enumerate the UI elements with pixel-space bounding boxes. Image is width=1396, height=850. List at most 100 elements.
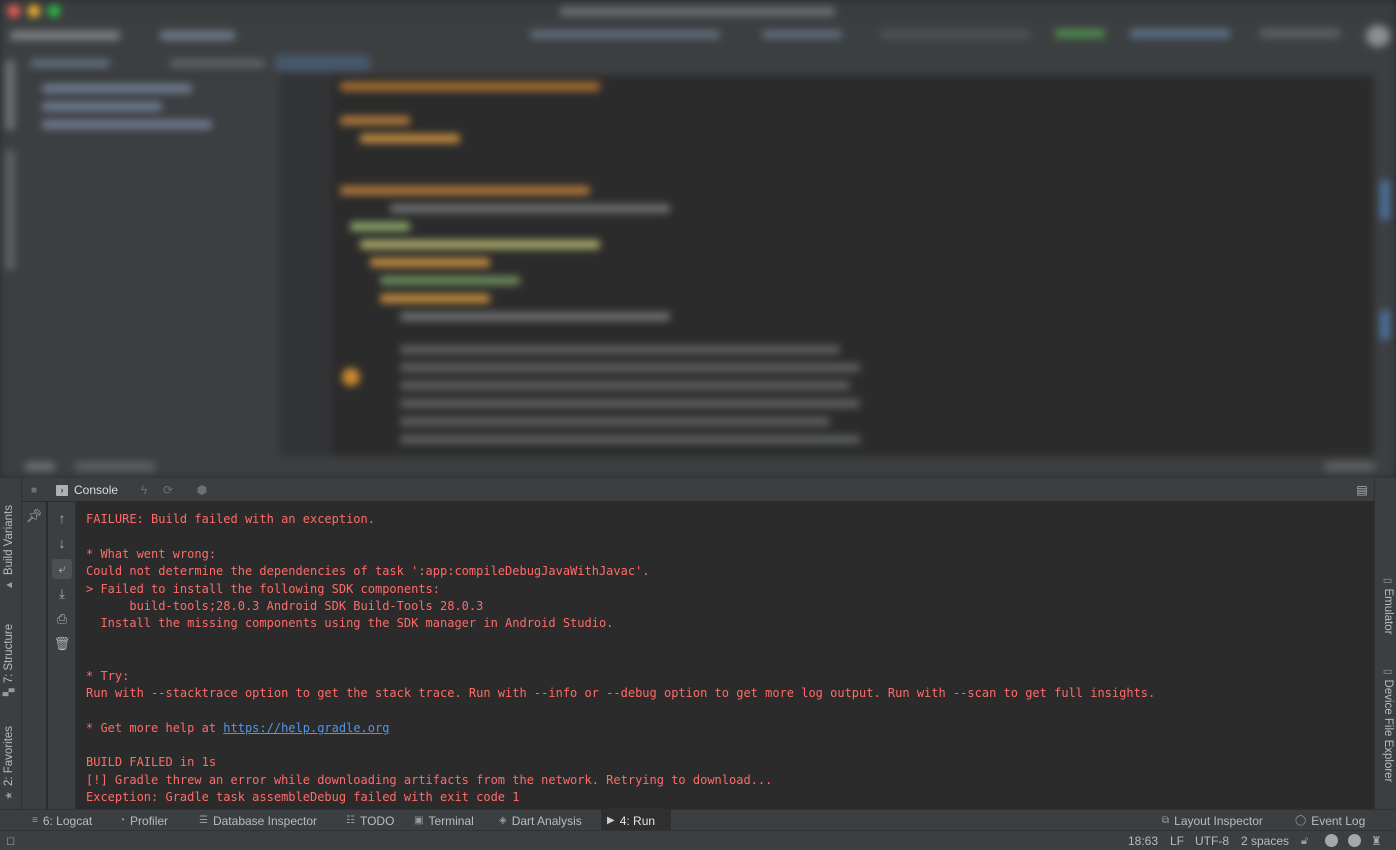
run-label: 4: Run [619,813,656,828]
terminal-label: Terminal [428,813,474,828]
layout-options-icon[interactable]: ▤ [1352,480,1372,500]
structure-icon: ▚ [3,688,15,696]
lock-icon[interactable]: 🔓︎ [1301,833,1308,849]
down-arrow-icon[interactable]: ↓ [52,533,72,553]
console-line-text: > Failed to install the following SDK co… [86,581,441,596]
play-icon: ▶ [607,815,615,826]
console-line-text: * Try: [86,668,130,683]
console-line: FAILURE: Build failed with an exception. [86,511,1374,528]
soft-wrap-icon[interactable]: ⤶ [52,559,72,579]
devtools-icon[interactable]: ⬢ [192,480,212,500]
logcat-label: 6: Logcat [42,813,93,828]
run-pin-column: 📌︎ [22,502,46,809]
indent-setting[interactable]: 2 spaces [1241,833,1289,849]
inspector-hat-icon[interactable]: ♜ [1371,833,1382,849]
emulator-tab[interactable]: ▯ Emulator [1382,578,1394,635]
device-icon: ▯ [1382,578,1394,584]
build-variants-tab[interactable]: ▲ Build Variants [3,505,15,590]
android-studio-window: ▲ Build Variants ▚ 7: Structure ★ 2: Fav… [0,0,1396,850]
layout-inspector-tab[interactable]: ⧉ Layout Inspector [1156,810,1269,831]
event-log-icon: ◯ [1295,815,1307,826]
title-bar [0,0,1396,22]
terminal-tab[interactable]: ▣ Terminal [408,810,480,831]
todo-label: TODO [359,813,395,828]
pin-icon[interactable]: 📌︎ [24,506,44,526]
console-line-text: Run with --stacktrace option to get the … [86,685,1156,700]
toggle-tool-windows-icon[interactable]: ◻ [6,833,15,849]
console-output[interactable]: FAILURE: Build failed with an exception.… [77,502,1374,809]
layout-inspector-label: Layout Inspector [1174,813,1263,828]
console-line: [!] Gradle threw an error while download… [86,772,1374,789]
console-line: * What went wrong: [86,546,1374,563]
stop-icon[interactable]: ■ [24,480,44,500]
run-window-header [0,456,1396,478]
editor-gutter [280,76,332,456]
print-icon[interactable]: ⎙ [52,609,72,629]
hot-reload-icon[interactable]: ϟ [134,480,154,500]
console-line: build-tools;28.0.3 Android SDK Build-Too… [86,598,1374,615]
help-link[interactable]: https://help.gradle.org [223,721,389,735]
bottom-tool-bar: ≡ 6: Logcat ◔ Profiler ☰ Database Inspec… [0,809,1396,831]
logcat-tab[interactable]: ≡ 6: Logcat [26,810,98,831]
minimize-window-icon[interactable] [28,5,40,17]
console-line-text: Exception: Gradle task assembleDebug fai… [86,790,520,805]
console-icon: › [56,484,68,496]
console-line: > Failed to install the following SDK co… [86,581,1374,598]
structure-label: 7: Structure [3,623,15,684]
run-tab[interactable]: ▶ 4: Run [601,810,671,831]
database-icon: ☰ [199,815,208,826]
console-line: * Try: [86,668,1374,685]
console-line-text: * What went wrong: [86,546,217,561]
console-line: Install the missing components using the… [86,615,1374,632]
console-line-text: Install the missing components using the… [86,616,614,631]
terminal-icon: ▣ [414,815,424,826]
console-line-text: FAILURE: Build failed with an exception. [86,512,375,526]
profiler-tab[interactable]: ◔ Profiler [113,810,174,831]
list-icon: ≡ [32,815,38,826]
dart-analysis-tab[interactable]: ◈ Dart Analysis [493,810,588,831]
favorites-label: 2: Favorites [3,725,15,787]
console-line-text: BUILD FAILED in 1s [86,755,217,770]
console-line: * Get more help at https://help.gradle.o… [86,720,1374,737]
favorites-tab[interactable]: ★ 2: Favorites [3,726,15,800]
main-toolbar [0,22,1396,50]
device-file-explorer-tab[interactable]: ▯ Device File Explorer [1382,669,1394,782]
right-tool-strip [1374,50,1396,478]
status-bar: ◻ 18:63 LF UTF-8 2 spaces 🔓︎ ♜ [0,830,1396,850]
checklist-icon: ☷ [346,815,355,826]
line-separator[interactable]: LF [1170,833,1184,849]
database-inspector-label: Database Inspector [212,813,318,828]
scroll-to-end-icon[interactable]: ⤓ [52,584,72,604]
caret-position[interactable]: 18:63 [1128,833,1158,849]
event-log-tab[interactable]: ◯ Event Log [1289,810,1371,831]
structure-tab[interactable]: ▚ 7: Structure [3,624,15,696]
console-line: Exception: Gradle task assembleDebug fai… [86,789,1374,806]
file-encoding[interactable]: UTF-8 [1195,833,1229,849]
console-line-text: build-tools;28.0.3 Android SDK Build-Too… [86,598,484,613]
console-actions-column: ↑ ↓ ⤶ ⤓ ⎙ 🗑︎ [48,502,76,809]
tab-console[interactable]: › Console [56,480,118,500]
left-tool-strip [0,50,22,478]
right-tool-window-bar: ▯ Emulator ▯ Device File Explorer [1374,478,1396,809]
database-inspector-tab[interactable]: ☰ Database Inspector [193,810,323,831]
trash-icon[interactable]: 🗑︎ [52,634,72,654]
device-file-explorer-label: Device File Explorer [1382,679,1394,783]
device-icon: ▯ [1382,669,1394,675]
hot-restart-icon[interactable]: ⟳ [158,480,178,500]
profiler-label: Profiler [130,813,169,828]
build-variants-label: Build Variants [3,504,15,576]
emulator-label: Emulator [1382,588,1394,635]
sad-feedback-icon[interactable] [1348,834,1361,847]
happy-feedback-icon[interactable] [1325,834,1338,847]
close-window-icon[interactable] [8,5,20,17]
console-line-text: Could not determine the dependencies of … [86,564,650,579]
gauge-icon: ◔ [119,815,126,826]
console-line: Could not determine the dependencies of … [86,563,1374,580]
todo-tab[interactable]: ☷ TODO [340,810,400,831]
up-arrow-icon[interactable]: ↑ [52,508,72,528]
editor-tab-row [0,50,1396,76]
star-icon: ★ [3,791,15,800]
zoom-window-icon[interactable] [48,5,60,17]
